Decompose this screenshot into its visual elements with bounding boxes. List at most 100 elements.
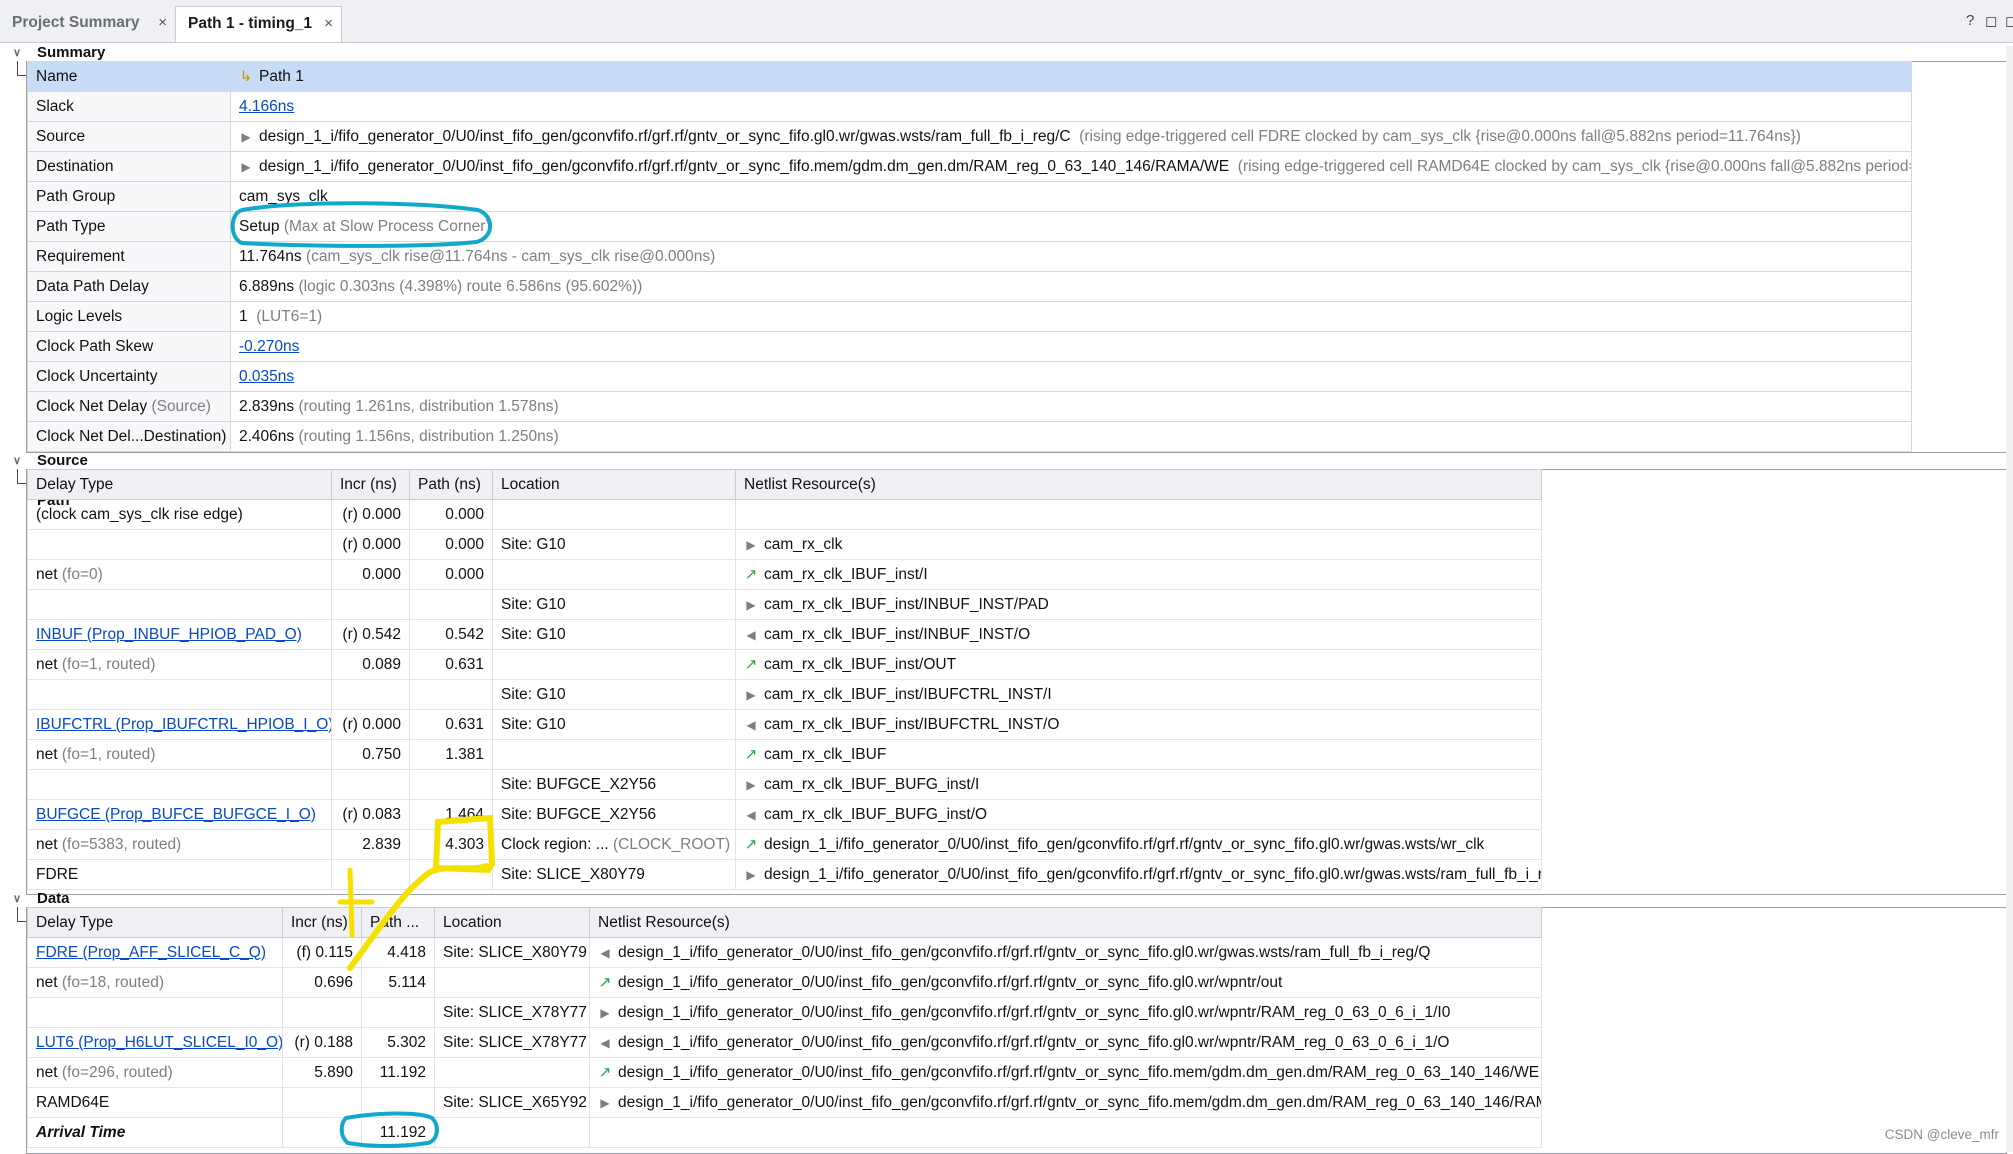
netlist-resource[interactable]: cam_rx_clk_IBUF: [764, 746, 886, 763]
netlist-resource[interactable]: cam_rx_clk_IBUF_BUFG_inst/O: [764, 806, 987, 823]
summary-row-slack: Slack 4.166ns: [27, 91, 1912, 122]
column-header-delay-type[interactable]: Delay Type: [27, 469, 332, 500]
delay-type[interactable]: LUT6 (Prop_H6LUT_SLICEL_I0_O): [36, 1034, 282, 1051]
column-header-path[interactable]: Path (ns): [409, 469, 493, 500]
delay-type[interactable]: IBUFCTRL (Prop_IBUFCTRL_HPIOB_I_O): [36, 716, 331, 733]
table-row[interactable]: (r) 0.000 0.000 Site: G10 ▶ cam_rx_clk: [27, 529, 1542, 560]
table-row[interactable]: net (fo=5383, routed) 2.839 4.303 Clock reg…: [27, 829, 1542, 860]
table-row[interactable]: Site: BUFGCE_X2Y56 ▶ cam_rx_clk_IBUF_BUFG_…: [27, 769, 1542, 800]
net-icon: ↗: [744, 836, 758, 853]
path-cell: 4.418: [361, 937, 435, 968]
netlist-resource[interactable]: design_1_i/fifo_generator_0/U0/inst_fifo…: [618, 1064, 1539, 1081]
section-title: Summary: [37, 44, 106, 61]
table-row[interactable]: INBUF (Prop_INBUF_HPIOB_PAD_O) (r) 0.542 0…: [27, 619, 1542, 650]
netlist-resource[interactable]: design_1_i/fifo_generator_0/U0/inst_fifo…: [764, 836, 1484, 853]
clock-path-skew-link[interactable]: -0.270ns: [239, 338, 299, 355]
table-row[interactable]: net (fo=18, routed) 0.696 5.114 ↗ design_1_i…: [27, 967, 1542, 998]
netlist-resource[interactable]: cam_rx_clk_IBUF_inst/OUT: [764, 656, 956, 673]
table-row[interactable]: FDRE (Prop_AFF_SLICEL_C_Q) (f) 0.115 4.418…: [27, 937, 1542, 968]
column-header-incr[interactable]: Incr (ns): [331, 469, 410, 500]
netlist-resource[interactable]: cam_rx_clk_IBUF_inst/INBUF_INST/O: [764, 626, 1030, 643]
netlist-resource[interactable]: design_1_i/fifo_generator_0/U0/inst_fifo…: [618, 1094, 1541, 1111]
netlist-resource-cell: ↗ design_1_i/fifo_generator_0/U0/inst_fif…: [735, 829, 1542, 860]
help-icon[interactable]: ?: [1966, 12, 1974, 29]
table-row[interactable]: net (fo=1, routed) 0.089 0.631 ↗ cam_rx_clk_…: [27, 649, 1542, 680]
delay-type: net: [36, 745, 58, 763]
collapse-chevron-icon[interactable]: ∨: [13, 889, 27, 909]
delay-type-note: (fo=0): [61, 565, 103, 583]
table-row[interactable]: RAMD64E Site: SLICE_X65Y92 ▶ design_1_i/fif…: [27, 1087, 1542, 1118]
column-header-path[interactable]: Path ...: [361, 907, 435, 938]
column-header-incr[interactable]: Incr (ns): [282, 907, 362, 938]
netlist-resource[interactable]: design_1_i/fifo_generator_0/U0/inst_fifo…: [764, 866, 1541, 883]
delay-type-cell: FDRE (Prop_AFF_SLICEL_C_Q): [27, 937, 283, 968]
netlist-resource[interactable]: design_1_i/fifo_generator_0/U0/inst_fifo…: [618, 1034, 1449, 1051]
location-text: Site: G10: [501, 535, 566, 553]
incr-cell: 0.696: [282, 967, 362, 998]
netlist-resource-cell: ◀ cam_rx_clk_IBUF_inst/IBUFCTRL_INST/O: [735, 709, 1542, 740]
delay-type: FDRE: [36, 865, 79, 883]
table-row[interactable]: FDRE Site: SLICE_X80Y79 ▶ design_1_i/fifo_g…: [27, 859, 1542, 890]
destination-cell[interactable]: design_1_i/fifo_generator_0/U0/inst_fifo…: [259, 158, 1229, 175]
column-header-location[interactable]: Location: [492, 469, 736, 500]
path-icon: ↳: [239, 68, 253, 85]
netlist-resource[interactable]: design_1_i/fifo_generator_0/U0/inst_fifo…: [618, 944, 1430, 961]
delay-type-cell: net (fo=296, routed): [27, 1057, 283, 1088]
slack-link[interactable]: 4.166ns: [239, 98, 294, 115]
table-row[interactable]: (clock cam_sys_clk rise edge) (r) 0.000 0.…: [27, 499, 1542, 530]
column-header-delay-type[interactable]: Delay Type: [27, 907, 283, 938]
delay-type-cell: net (fo=1, routed): [27, 739, 332, 770]
summary-value: ▶ design_1_i/fifo_generator_0/U0/inst_fif…: [230, 151, 1912, 182]
table-row[interactable]: net (fo=1, routed) 0.750 1.381 ↗ cam_rx_clk_…: [27, 739, 1542, 770]
tab-label: Path 1 - timing_1: [188, 15, 313, 32]
path-cell: [361, 1087, 435, 1118]
table-row[interactable]: net (fo=296, routed) 5.890 11.192 ↗ design_1…: [27, 1057, 1542, 1088]
net-icon: ↗: [598, 974, 612, 991]
delay-type[interactable]: BUFGCE (Prop_BUFCE_BUFGCE_I_O): [36, 806, 316, 823]
netlist-resource[interactable]: cam_rx_clk_IBUF_inst/IBUFCTRL_INST/O: [764, 716, 1059, 733]
delay-type[interactable]: FDRE (Prop_AFF_SLICEL_C_Q): [36, 944, 266, 961]
netlist-resource[interactable]: cam_rx_clk_IBUF_inst/I: [764, 566, 928, 583]
netlist-resource[interactable]: design_1_i/fifo_generator_0/U0/inst_fifo…: [618, 1004, 1450, 1021]
tab-path-1-timing[interactable]: Path 1 - timing_1 ×: [175, 6, 342, 42]
location-cell: Site: BUFGCE_X2Y56: [492, 799, 736, 830]
vertical-scrollbar[interactable]: [2006, 46, 2013, 1152]
clock-uncertainty-link[interactable]: 0.035ns: [239, 368, 294, 385]
table-row[interactable]: net (fo=0) 0.000 0.000 ↗ cam_rx_clk_IBUF_ins…: [27, 559, 1542, 590]
netlist-resource[interactable]: design_1_i/fifo_generator_0/U0/inst_fifo…: [618, 974, 1282, 991]
summary-value: ↳ Path 1: [230, 61, 1912, 92]
summary-row-name[interactable]: Name ↳ Path 1: [27, 61, 1912, 92]
close-icon[interactable]: ×: [158, 6, 167, 40]
column-header-netlist-resources[interactable]: Netlist Resource(s): [589, 907, 1542, 938]
tab-project-summary[interactable]: Project Summary ×: [0, 6, 175, 42]
table-row[interactable]: Site: G10 ▶ cam_rx_clk_IBUF_inst/INBUF_INS…: [27, 589, 1542, 620]
table-row[interactable]: Site: G10 ▶ cam_rx_clk_IBUF_inst/IBUFCTRL_…: [27, 679, 1542, 710]
maximize-icon[interactable]: ◻: [2005, 12, 2013, 30]
data-path-delay-value: 6.889ns: [239, 277, 295, 295]
restore-icon[interactable]: ◻: [1985, 12, 1997, 30]
netlist-resource[interactable]: cam_rx_clk: [764, 536, 842, 553]
summary-row-data-path-delay: Data Path Delay 6.889ns (logic 0.303ns (…: [27, 271, 1912, 302]
netlist-resource[interactable]: cam_rx_clk_IBUF_BUFG_inst/I: [764, 776, 979, 793]
column-header-netlist-resources[interactable]: Netlist Resource(s): [735, 469, 1542, 500]
path-cell: 11.192: [361, 1117, 435, 1148]
location-cell: [492, 499, 736, 530]
incr-cell: [282, 1087, 362, 1118]
collapse-chevron-icon[interactable]: ∨: [13, 451, 27, 471]
table-row[interactable]: IBUFCTRL (Prop_IBUFCTRL_HPIOB_I_O) (r) 0.…: [27, 709, 1542, 740]
table-row[interactable]: Site: SLICE_X78Y77 ▶ design_1_i/fifo_gener…: [27, 997, 1542, 1028]
arrival-time-label: Arrival Time: [36, 1123, 126, 1141]
table-row[interactable]: BUFGCE (Prop_BUFCE_BUFGCE_I_O) (r) 0.083 1…: [27, 799, 1542, 830]
table-row[interactable]: Arrival Time 11.192: [27, 1117, 1542, 1148]
source-cell[interactable]: design_1_i/fifo_generator_0/U0/inst_fifo…: [259, 128, 1071, 145]
column-header-location[interactable]: Location: [434, 907, 590, 938]
delay-type-cell: (clock cam_sys_clk rise edge): [27, 499, 332, 530]
close-icon[interactable]: ×: [324, 7, 333, 41]
delay-type[interactable]: INBUF (Prop_INBUF_HPIOB_PAD_O): [36, 626, 302, 643]
collapse-chevron-icon[interactable]: ∨: [13, 43, 27, 63]
delay-type: net: [36, 565, 58, 583]
netlist-resource[interactable]: cam_rx_clk_IBUF_inst/IBUFCTRL_INST/I: [764, 686, 1052, 703]
table-row[interactable]: LUT6 (Prop_H6LUT_SLICEL_I0_O) (r) 0.188 5.…: [27, 1027, 1542, 1058]
netlist-resource[interactable]: cam_rx_clk_IBUF_inst/INBUF_INST/PAD: [764, 596, 1049, 613]
netlist-resource-cell: ◀ cam_rx_clk_IBUF_BUFG_inst/O: [735, 799, 1542, 830]
